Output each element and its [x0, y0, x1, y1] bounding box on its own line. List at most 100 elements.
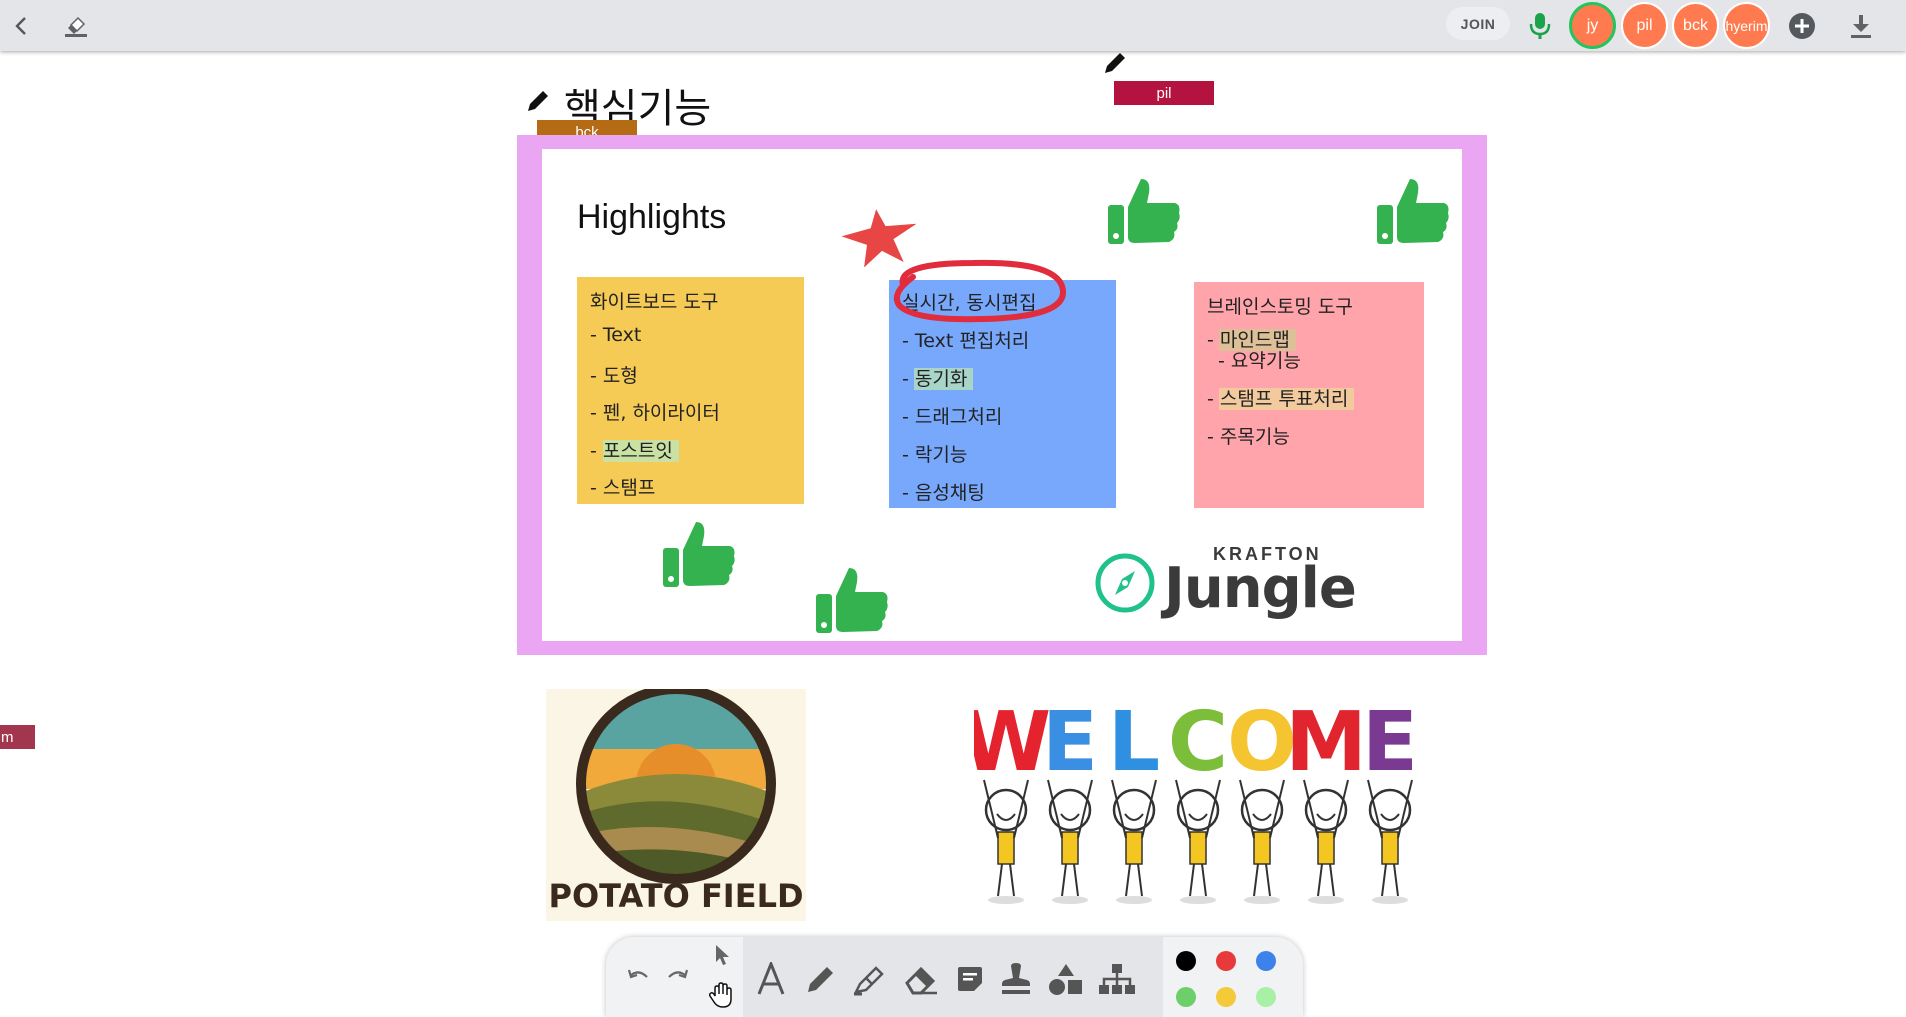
microphone-icon: [1529, 13, 1551, 39]
sticky-item: - 음성채팅: [902, 482, 985, 504]
stick-figure-body: [1125, 831, 1143, 865]
stamp-tool-button[interactable]: [996, 959, 1036, 999]
cursor-label-pil: pil: [1114, 81, 1214, 105]
color-swatch-green[interactable]: [1176, 987, 1196, 1007]
stick-figure-body: [1317, 831, 1335, 865]
add-user-button[interactable]: [1782, 6, 1822, 46]
sticky-item: - 주목기능: [1207, 426, 1290, 448]
sticky-item: - 동기화: [902, 364, 974, 391]
logo-text-jungle: Jungle: [1164, 556, 1357, 621]
pan-tool-button[interactable]: [706, 980, 736, 1010]
stick-figure-body: [1189, 831, 1207, 865]
welcome-image[interactable]: WELCOME: [961, 695, 1434, 910]
red-pen-circle-drawing[interactable]: [883, 255, 1073, 334]
sticky-item: - 스탬프: [590, 477, 656, 499]
stick-figure-legs: [1189, 863, 1207, 897]
eraser-tool-button[interactable]: [902, 959, 940, 999]
stick-figure-shadow: [1180, 896, 1216, 904]
stick-figure-legs: [1317, 863, 1335, 897]
mindmap-tool-button[interactable]: [1096, 959, 1138, 999]
download-icon: [1851, 15, 1871, 38]
sticky-note-icon: [958, 967, 982, 991]
welcome-letter: L: [1108, 700, 1160, 790]
thumbs-up-icon[interactable]: [815, 566, 889, 639]
stick-figure-shadow: [988, 896, 1024, 904]
sticky-item: - 락기능: [902, 444, 968, 466]
top-bar: JOIN jy pil bck hyerim: [0, 0, 1906, 51]
stick-figure-shadow: [1372, 896, 1408, 904]
undo-button[interactable]: [624, 959, 654, 995]
color-swatch-light-green[interactable]: [1256, 987, 1276, 1007]
stick-figure-legs: [997, 863, 1015, 897]
pen-tool-button[interactable]: [802, 959, 840, 999]
text-icon: [757, 962, 785, 995]
thumbs-up-icon[interactable]: [1107, 177, 1181, 250]
clear-board-button[interactable]: [56, 6, 96, 46]
sticky-item: - 스탬프 투표처리: [1207, 384, 1355, 411]
stick-figure-body: [1253, 831, 1271, 865]
stick-figure-legs: [1381, 863, 1399, 897]
avatar-jy[interactable]: jy: [1569, 2, 1616, 49]
stick-figure-shadow: [1244, 896, 1280, 904]
eraser-icon: [65, 16, 87, 37]
download-button[interactable]: [1841, 6, 1881, 46]
color-swatch-blue[interactable]: [1256, 951, 1276, 971]
stick-figure-body: [1381, 831, 1399, 865]
color-swatch-yellow[interactable]: [1216, 987, 1236, 1007]
shape-tool-button[interactable]: [1046, 959, 1086, 999]
compass-logo-icon: [1093, 551, 1157, 620]
hand-icon: [709, 982, 732, 1008]
stick-figure-shadow: [1052, 896, 1088, 904]
back-button[interactable]: [2, 6, 42, 46]
color-swatch-black[interactable]: [1176, 951, 1196, 971]
text-tool-button[interactable]: [752, 959, 790, 999]
sticky-note-tool-button[interactable]: [952, 959, 988, 999]
sticky-note-brainstorming-tools[interactable]: 브레인스토밍 도구 - 마인드맵 - 요약기능 - 스탬프 투표처리 - 주목기…: [1194, 282, 1424, 508]
stick-figure-body: [1061, 831, 1079, 865]
join-button[interactable]: JOIN: [1446, 7, 1510, 40]
highlighter-icon: [853, 966, 884, 996]
color-swatch-red[interactable]: [1216, 951, 1236, 971]
highlighter-tool-button[interactable]: [850, 959, 888, 999]
chevron-left-icon: [15, 17, 26, 35]
avatar-pil[interactable]: pil: [1621, 2, 1668, 49]
potato-field-image[interactable]: POTATO FIELD: [546, 684, 806, 921]
sticky-title: 화이트보드 도구: [590, 291, 719, 313]
redo-icon: [668, 969, 689, 979]
cursor-label-m: m: [0, 725, 35, 749]
shapes-icon: [1049, 964, 1082, 995]
sticky-item: - Text: [590, 324, 642, 346]
thumbs-up-icon[interactable]: [662, 520, 736, 593]
pencil-cursor-icon: [1102, 50, 1128, 81]
sticky-item: - 드래그처리: [902, 406, 1003, 428]
select-tool-button[interactable]: [710, 943, 734, 967]
welcome-letter: M: [1285, 700, 1367, 790]
welcome-letter: E: [1042, 700, 1098, 790]
stick-figure-legs: [1125, 863, 1143, 897]
stick-figure-shadow: [1116, 896, 1152, 904]
thumbs-up-icon[interactable]: [1376, 177, 1450, 250]
sticky-item: - 요약기능: [1218, 350, 1301, 372]
sticky-title: 브레인스토밍 도구: [1207, 296, 1353, 318]
undo-icon: [627, 969, 648, 979]
pencil-icon: [525, 88, 551, 119]
eraser-icon: [905, 966, 937, 995]
potato-field-text: POTATO FIELD: [548, 877, 803, 915]
sticky-note-whiteboard-tools[interactable]: 화이트보드 도구 - Text - 도형 - 펜, 하이라이터 - 포스트잇 -…: [577, 277, 804, 504]
potato-field-logo-icon: POTATO FIELD: [548, 684, 804, 915]
drawing-toolbar: [606, 937, 1303, 1017]
avatar-hyerim[interactable]: hyerim: [1723, 2, 1770, 49]
stick-figure-legs: [1061, 863, 1079, 897]
sticky-item: - 펜, 하이라이터: [590, 402, 720, 424]
microphone-button[interactable]: [1520, 6, 1560, 46]
stick-figure-body: [997, 831, 1015, 865]
redo-button[interactable]: [662, 959, 692, 995]
stick-figure-legs: [1253, 863, 1271, 897]
welcome-letter: E: [1362, 700, 1418, 790]
highlights-heading[interactable]: Highlights: [577, 198, 726, 237]
stamp-icon: [1002, 963, 1030, 994]
sitemap-icon: [1099, 964, 1135, 994]
plus-circle-icon: [1789, 13, 1815, 39]
stick-figure-shadow: [1308, 896, 1344, 904]
avatar-bck[interactable]: bck: [1672, 2, 1719, 49]
